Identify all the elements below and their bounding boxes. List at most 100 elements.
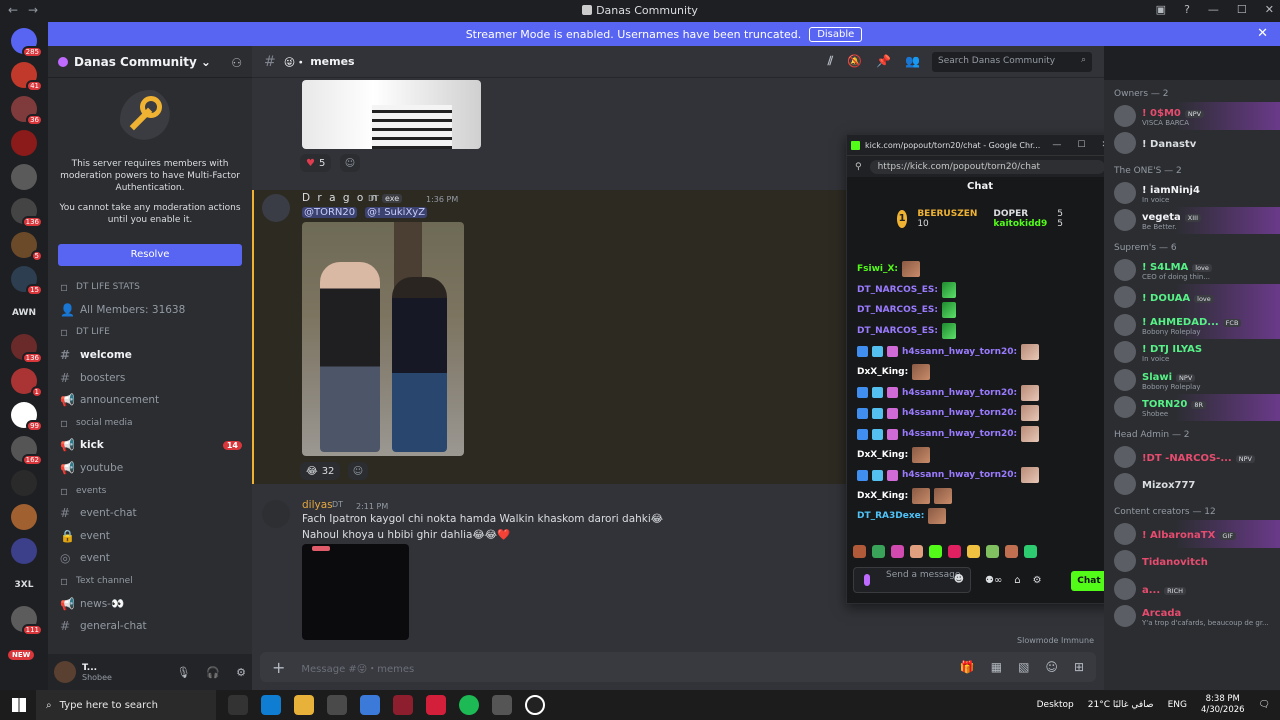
kick-username[interactable]: DxX_King: [857,367,908,377]
weather[interactable]: 21°C صافي غالبًا [1088,700,1154,710]
chrome-icon[interactable] [360,695,380,715]
avatar[interactable] [262,500,290,528]
windows-start-icon[interactable] [12,698,26,712]
language-indicator[interactable]: ENG [1168,700,1187,710]
headphones-icon[interactable]: 🎧 [206,666,220,679]
channel-item[interactable]: 📢 announcement [48,389,252,412]
clock[interactable]: 8:38 PM 4/30/2026 [1201,694,1245,716]
home-icon[interactable]: 285 [11,28,43,58]
channel-category[interactable]: ▫ DT LIFE STATS [48,276,252,299]
emote-icon[interactable] [872,545,885,558]
channel-category[interactable]: ▫ social media [48,412,252,435]
emote-icon[interactable] [1024,545,1037,558]
channel-item[interactable]: # welcome [48,344,252,367]
kick-username[interactable]: Fsiwi_X: [857,264,898,274]
channel-item[interactable]: # boosters [48,366,252,389]
channel-item[interactable]: 🔒 event [48,525,252,548]
app-icon[interactable] [327,695,347,715]
sticker-icon[interactable]: ▧ [1018,660,1029,674]
kick-username[interactable]: h4ssann_hway_torn20: [902,408,1017,418]
inbox-icon[interactable]: ▣ [1156,3,1166,16]
mention[interactable]: @TORN20 [302,207,358,218]
member-item[interactable]: Tidanovitch [1104,548,1280,576]
emote-icon[interactable] [986,545,999,558]
member-item[interactable]: ! iamNinj4 In voice [1104,179,1280,207]
members-icon[interactable]: 👥 [905,54,920,69]
emote-icon[interactable] [910,545,923,558]
member-item[interactable]: ! AHMEDAD... FCB Bobony Roleplay [1104,311,1280,339]
disable-button[interactable]: Disable [809,26,863,42]
app-icon[interactable] [426,695,446,715]
server-icon[interactable]: 136 [11,334,43,364]
image-attachment[interactable] [302,544,409,640]
server-icon[interactable]: 15 [11,266,43,296]
plus-icon[interactable]: + [272,658,285,677]
taskbar-search[interactable]: ⌕ Type here to search [36,690,216,720]
emoji-icon[interactable]: ☻ [954,575,964,585]
gear-icon[interactable]: ⚙ [236,666,246,679]
member-item[interactable]: TORN20 8R Shobee [1104,393,1280,421]
member-item[interactable]: ! DTJ ILYAS In voice [1104,339,1280,367]
server-icon[interactable]: 1 [11,368,43,398]
member-item[interactable]: ! Danastv [1104,130,1280,158]
pin-icon[interactable]: 📌 [876,54,891,69]
kick-username[interactable]: h4ssann_hway_torn20: [902,388,1017,398]
message-author[interactable]: dilyas [302,499,333,511]
heart-reaction[interactable]: ♥ 5 [300,154,332,172]
emote-icon[interactable] [853,545,866,558]
image-attachment[interactable] [302,80,481,149]
close-icon[interactable]: ✕ [1257,26,1268,41]
kick-username[interactable]: DxX_King: [857,491,908,501]
send-message-input[interactable]: Send a message ☻ [853,567,971,593]
channel-item[interactable]: ◎ event [48,547,252,570]
avatar[interactable] [54,661,76,683]
emote-icon[interactable] [891,545,904,558]
folder-icon[interactable] [11,538,37,564]
kick-username[interactable]: h4ssann_hway_torn20: [902,429,1017,439]
url-bar[interactable]: ⚲ https://kick.com/popout/torn20/chat [847,155,1113,177]
channel-category[interactable]: ▫ DT LIFE [48,321,252,344]
microphone-icon[interactable]: 🎙 [176,666,190,679]
image-attachment[interactable] [302,222,464,456]
member-item[interactable]: ! AlbaronaTX GIF [1104,520,1280,548]
minimize-button[interactable]: — [1208,3,1219,16]
channel-item[interactable]: 👤 All Members: 31638 [48,299,252,322]
kick-username[interactable]: DxX_King: [857,450,908,460]
server-icon[interactable]: 5 [11,232,43,262]
channel-category[interactable]: ▫ Text channel [48,570,252,593]
emote-icon[interactable] [1005,545,1018,558]
channel-item[interactable]: 📢 kick 14 [48,434,252,457]
member-item[interactable]: ! DOUAA love [1104,283,1280,311]
channel-item[interactable]: # event-chat [48,502,252,525]
kick-username[interactable]: DT_NARCOS_ES: [857,285,938,295]
server-icon[interactable] [11,164,37,190]
add-reaction-button[interactable]: ☺ [348,462,368,480]
help-icon[interactable]: ? [1184,3,1190,16]
member-item[interactable]: vegeta XIII Be Better. [1104,206,1280,234]
app-icon[interactable] [393,695,413,715]
server-icon-awn[interactable]: AWN [11,300,37,326]
emote-icon[interactable] [967,545,980,558]
invite-icon[interactable]: ⚇ [231,56,242,70]
chat-send-button[interactable]: Chat [1071,571,1107,591]
mention[interactable]: @! SukiXyZ [365,207,428,218]
server-icon[interactable]: 99 [11,402,43,432]
laugh-reaction[interactable]: 😂 32 [300,462,341,480]
member-item[interactable]: ! S4LMA love CEO of doing thin... [1104,256,1280,284]
server-icon[interactable] [11,504,37,530]
gift-icon[interactable]: 🎁 [960,660,975,674]
server-icon[interactable]: 136 [11,198,43,228]
extension-icon[interactable]: ⚉∞ [985,575,1002,586]
mute-icon[interactable]: 🔕 [847,54,862,69]
maximize-button[interactable]: ☐ [1237,3,1247,16]
close-button[interactable]: ✕ [1265,3,1274,16]
minimize-button[interactable]: — [1052,140,1061,150]
channel-item[interactable]: 📢 news-👀 [48,592,252,615]
gear-icon[interactable]: ⚙ [1033,575,1042,586]
member-item[interactable]: Slawi NPV Bobony Roleplay [1104,366,1280,394]
apps-icon[interactable]: ⊞ [1074,660,1084,674]
search-input[interactable]: Search Danas Community ⌕ [932,51,1092,72]
server-icon[interactable] [11,130,37,156]
message-input[interactable]: + Message #😜・memes 🎁 ▦ ▧ ☺ ⊞ [260,652,1096,682]
member-item[interactable]: Arcada Y'a trop d'cafards, beaucoup de gr… [1104,603,1280,631]
